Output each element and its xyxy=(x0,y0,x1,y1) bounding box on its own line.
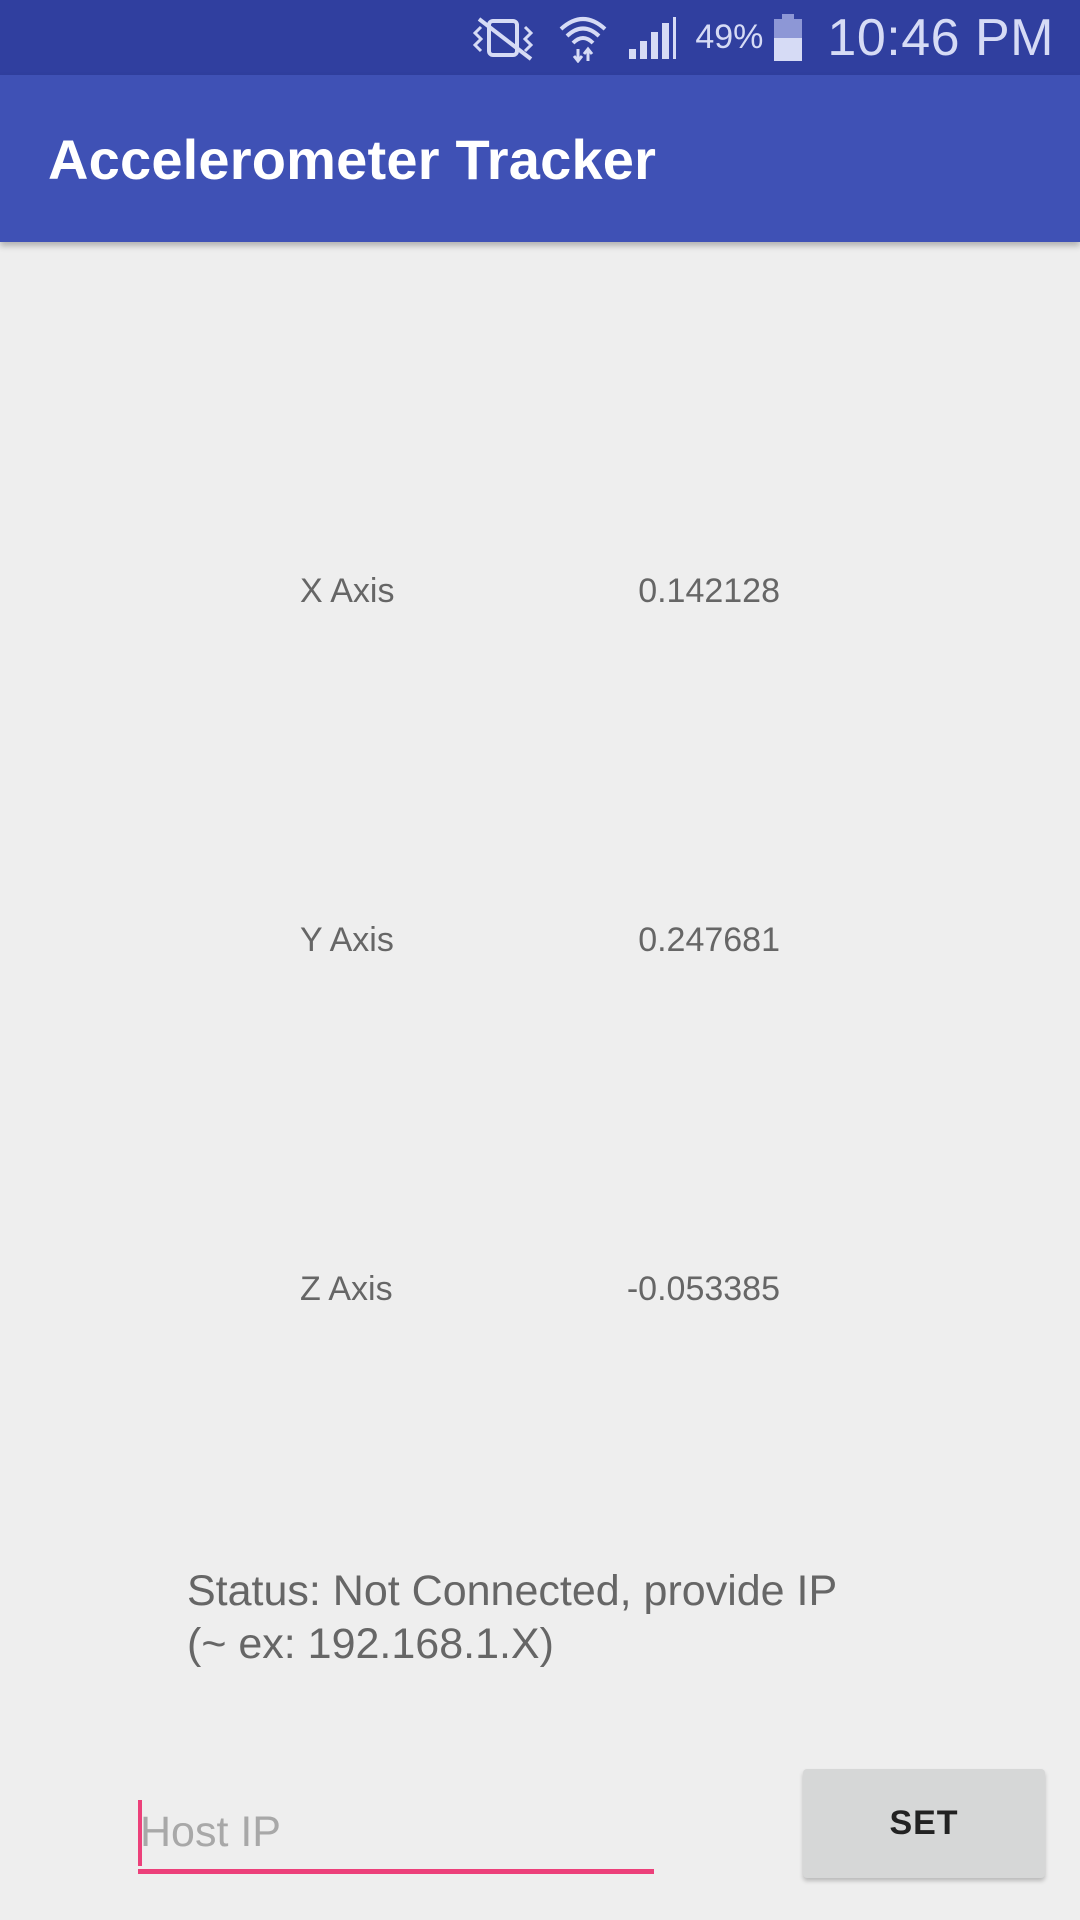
set-button[interactable]: SET xyxy=(803,1769,1045,1878)
battery-icon xyxy=(773,13,803,63)
status-line-2: (~ ex: 192.168.1.X) xyxy=(187,1620,554,1668)
signal-icon xyxy=(627,15,677,61)
app-bar: Accelerometer Tracker xyxy=(0,75,1080,242)
wifi-icon xyxy=(557,13,609,63)
x-axis-value: 0.142128 xyxy=(638,572,780,610)
app-screen: 49% 10:46 PM Accelerometer Tracker X Axi… xyxy=(0,0,1080,1920)
status-line-1: Status: Not Connected, provide IP xyxy=(187,1567,838,1615)
clock: 10:46 PM xyxy=(827,8,1054,67)
x-axis-label: X Axis xyxy=(300,572,395,610)
y-axis-value: 0.247681 xyxy=(638,921,780,959)
vibrate-mute-icon xyxy=(469,15,539,61)
app-title: Accelerometer Tracker xyxy=(48,128,657,191)
status-icons: 49% 10:46 PM xyxy=(469,0,1054,75)
z-axis-label: Z Axis xyxy=(300,1270,393,1308)
text-cursor xyxy=(138,1800,142,1866)
connection-status: Status: Not Connected, provide IP (~ ex:… xyxy=(187,1565,907,1671)
z-axis-value: -0.053385 xyxy=(626,1270,780,1308)
y-axis-label: Y Axis xyxy=(300,921,394,959)
host-ip-input[interactable] xyxy=(138,1796,654,1874)
status-bar: 49% 10:46 PM xyxy=(0,0,1080,75)
battery-percent: 49% xyxy=(695,18,764,56)
